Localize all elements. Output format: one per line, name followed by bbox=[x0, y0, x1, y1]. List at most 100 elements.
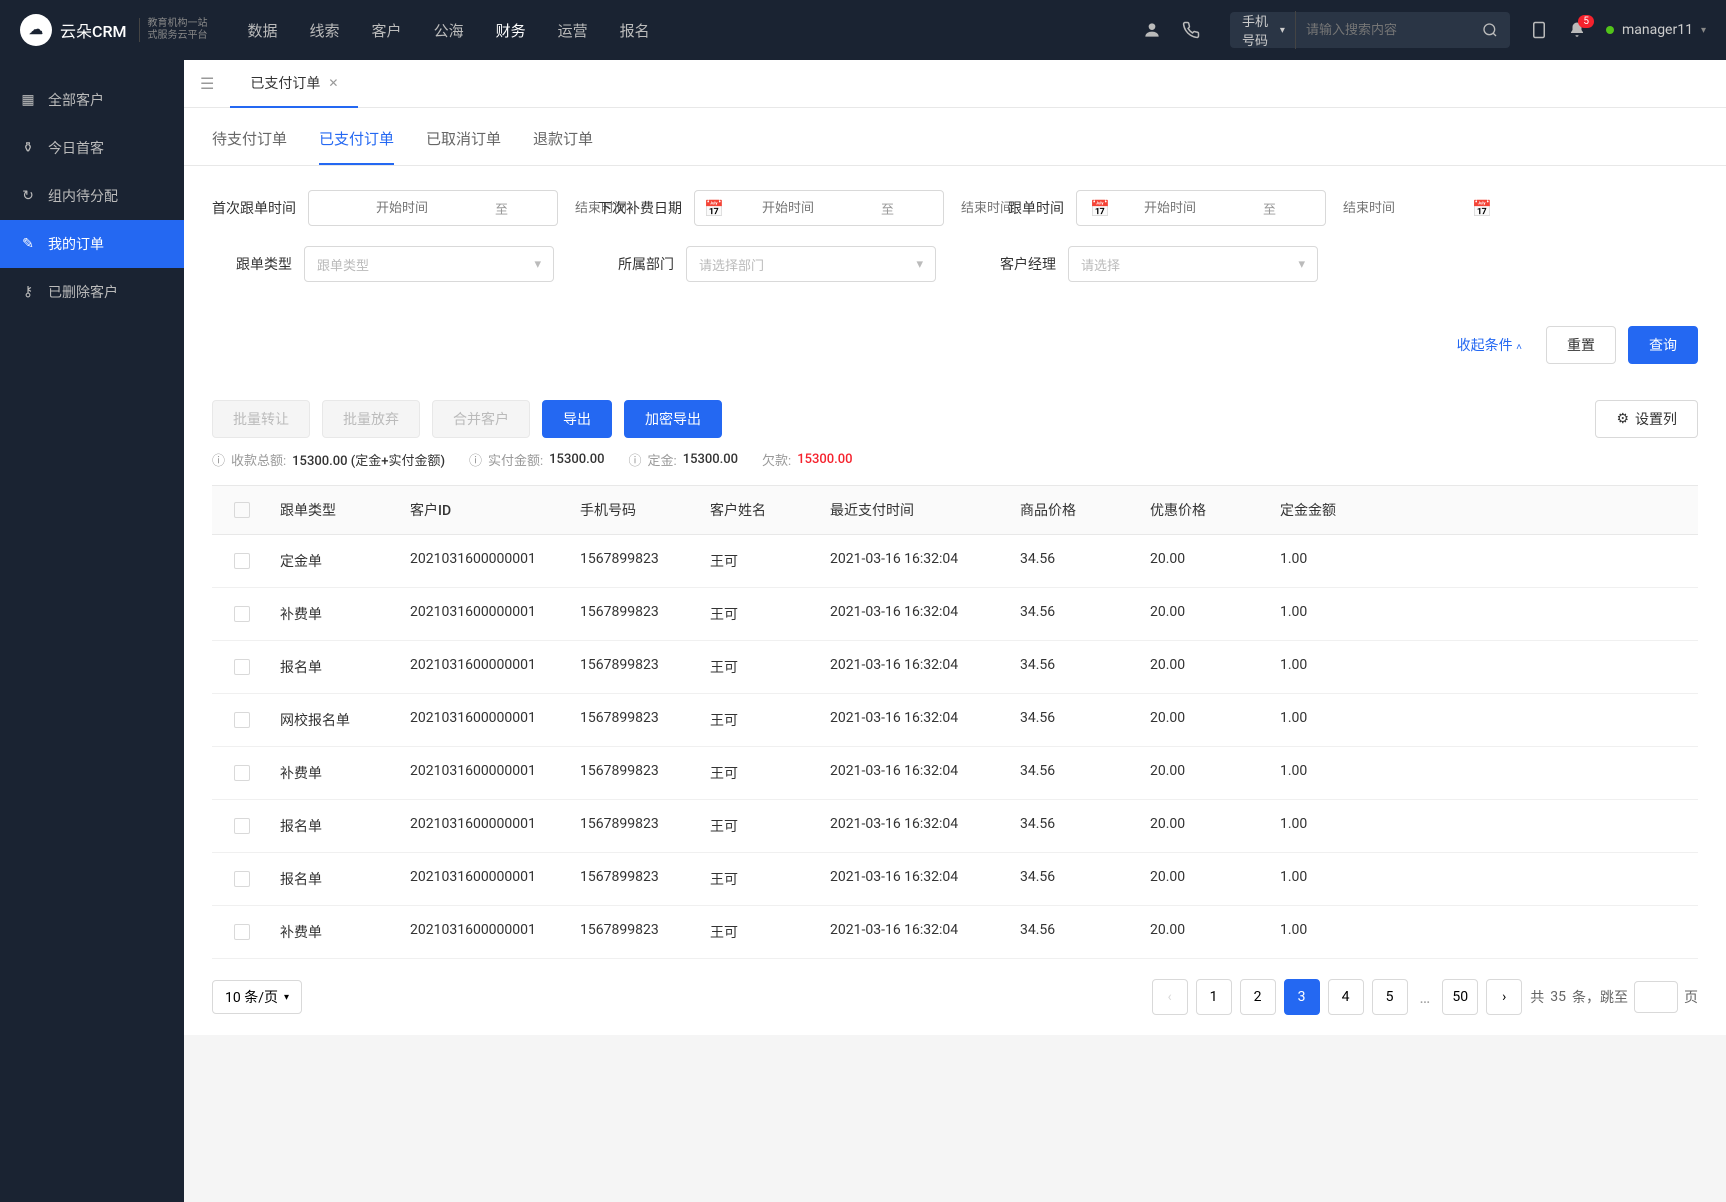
cell-deposit: 1.00 bbox=[1272, 869, 1372, 889]
export-button[interactable]: 导出 bbox=[542, 400, 612, 438]
tab-label: 已支付订单 bbox=[250, 73, 320, 93]
th-deposit: 定金金额 bbox=[1272, 500, 1372, 520]
page-button-3[interactable]: 3 bbox=[1284, 979, 1320, 1015]
page-button-2[interactable]: 2 bbox=[1240, 979, 1276, 1015]
info-icon: ⓘ bbox=[469, 450, 482, 469]
cell-id: 2021031600000001 bbox=[402, 551, 572, 571]
search-type-select[interactable]: 手机号码 ▾ bbox=[1242, 11, 1296, 49]
columns-button[interactable]: ⚙设置列 bbox=[1595, 400, 1698, 438]
table-header: 跟单类型 客户ID 手机号码 客户姓名 最近支付时间 商品价格 优惠价格 定金金… bbox=[212, 485, 1698, 535]
filter-label-next-fee: 下次补费日期 bbox=[598, 198, 682, 218]
table-row[interactable]: 补费单20210316000000011567899823王可2021-03-1… bbox=[212, 906, 1698, 959]
sub-tab-2[interactable]: 已取消订单 bbox=[426, 128, 501, 165]
table-row[interactable]: 报名单20210316000000011567899823王可2021-03-1… bbox=[212, 853, 1698, 906]
mobile-icon[interactable] bbox=[1530, 21, 1548, 39]
cell-price: 34.56 bbox=[1012, 551, 1142, 571]
hamburger-icon[interactable]: ☰ bbox=[184, 74, 230, 93]
row-checkbox[interactable] bbox=[234, 924, 250, 940]
cell-price: 34.56 bbox=[1012, 816, 1142, 836]
manager-select[interactable]: 请选择▾ bbox=[1068, 246, 1318, 282]
reset-button[interactable]: 重置 bbox=[1546, 326, 1616, 364]
sub-tabs: 待支付订单已支付订单已取消订单退款订单 bbox=[184, 108, 1726, 166]
sidebar-icon: ⚷ bbox=[20, 284, 36, 300]
cell-type: 定金单 bbox=[272, 551, 402, 571]
page-button-5[interactable]: 5 bbox=[1372, 979, 1408, 1015]
chevron-down-icon: ▾ bbox=[284, 992, 289, 1003]
nav-item-2[interactable]: 客户 bbox=[372, 16, 402, 45]
row-checkbox[interactable] bbox=[234, 712, 250, 728]
nav-item-1[interactable]: 线索 bbox=[310, 16, 340, 45]
row-checkbox[interactable] bbox=[234, 765, 250, 781]
follow-time-end[interactable] bbox=[1276, 201, 1462, 216]
user-icon[interactable] bbox=[1142, 20, 1162, 40]
first-follow-start[interactable] bbox=[309, 201, 495, 216]
page-button-1[interactable]: 1 bbox=[1196, 979, 1232, 1015]
logo[interactable]: ☁ 云朵CRM 教育机构一站 式服务云平台 bbox=[20, 14, 208, 46]
th-type: 跟单类型 bbox=[272, 500, 402, 520]
sub-tab-1[interactable]: 已支付订单 bbox=[319, 128, 394, 165]
orders-table: 跟单类型 客户ID 手机号码 客户姓名 最近支付时间 商品价格 优惠价格 定金金… bbox=[212, 485, 1698, 959]
user-menu[interactable]: manager11 ▾ bbox=[1606, 22, 1706, 38]
sub-tab-3[interactable]: 退款订单 bbox=[533, 128, 593, 165]
table-row[interactable]: 网校报名单20210316000000011567899823王可2021-03… bbox=[212, 694, 1698, 747]
select-all-checkbox[interactable] bbox=[234, 502, 250, 518]
prev-page-button[interactable]: ‹ bbox=[1152, 979, 1188, 1015]
logo-subtitle: 教育机构一站 式服务云平台 bbox=[139, 18, 208, 42]
calendar-icon: 📅 bbox=[1462, 199, 1502, 218]
summary-owed: 15300.00 bbox=[797, 452, 852, 467]
sidebar-item-0[interactable]: ▦全部客户 bbox=[0, 76, 184, 124]
row-checkbox[interactable] bbox=[234, 553, 250, 569]
next-fee-start[interactable] bbox=[695, 201, 881, 216]
search-icon[interactable] bbox=[1482, 22, 1498, 38]
cell-type: 补费单 bbox=[272, 763, 402, 783]
row-checkbox[interactable] bbox=[234, 606, 250, 622]
cell-type: 报名单 bbox=[272, 816, 402, 836]
encrypt-export-button[interactable]: 加密导出 bbox=[624, 400, 722, 438]
sidebar-icon: ↻ bbox=[20, 188, 36, 204]
cell-name: 王可 bbox=[702, 816, 822, 836]
sidebar-item-3[interactable]: ✎我的订单 bbox=[0, 220, 184, 268]
bell-icon[interactable]: 5 bbox=[1568, 21, 1586, 39]
nav-item-0[interactable]: 数据 bbox=[248, 16, 278, 45]
page-jump-input[interactable] bbox=[1634, 981, 1678, 1013]
nav-item-4[interactable]: 财务 bbox=[496, 16, 526, 45]
cell-deposit: 1.00 bbox=[1272, 551, 1372, 571]
close-icon[interactable]: ✕ bbox=[328, 76, 338, 90]
table-row[interactable]: 报名单20210316000000011567899823王可2021-03-1… bbox=[212, 641, 1698, 694]
dept-select[interactable]: 请选择部门▾ bbox=[686, 246, 936, 282]
table-row[interactable]: 补费单20210316000000011567899823王可2021-03-1… bbox=[212, 747, 1698, 800]
table-row[interactable]: 定金单20210316000000011567899823王可2021-03-1… bbox=[212, 535, 1698, 588]
logo-icon: ☁ bbox=[20, 14, 52, 46]
phone-icon[interactable] bbox=[1182, 21, 1200, 39]
follow-type-select[interactable]: 跟单类型▾ bbox=[304, 246, 554, 282]
sidebar-item-4[interactable]: ⚷已删除客户 bbox=[0, 268, 184, 316]
row-checkbox[interactable] bbox=[234, 871, 250, 887]
row-checkbox[interactable] bbox=[234, 659, 250, 675]
table-row[interactable]: 报名单20210316000000011567899823王可2021-03-1… bbox=[212, 800, 1698, 853]
nav-item-6[interactable]: 报名 bbox=[620, 16, 650, 45]
nav-item-3[interactable]: 公海 bbox=[434, 16, 464, 45]
batch-abandon-button[interactable]: 批量放弃 bbox=[322, 400, 420, 438]
last-page-button[interactable]: 50 bbox=[1442, 979, 1478, 1015]
sub-tab-0[interactable]: 待支付订单 bbox=[212, 128, 287, 165]
query-button[interactable]: 查询 bbox=[1628, 326, 1698, 364]
follow-time-start[interactable] bbox=[1077, 201, 1263, 216]
collapse-filters-link[interactable]: 收起条件 ˄ bbox=[1457, 335, 1522, 355]
next-fee-range[interactable]: 至 📅 bbox=[694, 190, 944, 226]
table-row[interactable]: 补费单20210316000000011567899823王可2021-03-1… bbox=[212, 588, 1698, 641]
page-size-select[interactable]: 10 条/页 ▾ bbox=[212, 980, 302, 1014]
batch-transfer-button[interactable]: 批量转让 bbox=[212, 400, 310, 438]
first-follow-range[interactable]: 至 📅 bbox=[308, 190, 558, 226]
nav-item-5[interactable]: 运营 bbox=[558, 16, 588, 45]
cell-deposit: 1.00 bbox=[1272, 816, 1372, 836]
row-checkbox[interactable] bbox=[234, 818, 250, 834]
page-button-4[interactable]: 4 bbox=[1328, 979, 1364, 1015]
next-page-button[interactable]: › bbox=[1486, 979, 1522, 1015]
merge-customer-button[interactable]: 合并客户 bbox=[432, 400, 530, 438]
tab-paid-orders[interactable]: 已支付订单 ✕ bbox=[230, 60, 358, 108]
search-input[interactable] bbox=[1296, 23, 1482, 38]
sidebar-item-1[interactable]: ⚱今日首客 bbox=[0, 124, 184, 172]
follow-time-range[interactable]: 至 📅 bbox=[1076, 190, 1326, 226]
sidebar-item-2[interactable]: ↻组内待分配 bbox=[0, 172, 184, 220]
sidebar-item-label: 全部客户 bbox=[48, 90, 104, 110]
